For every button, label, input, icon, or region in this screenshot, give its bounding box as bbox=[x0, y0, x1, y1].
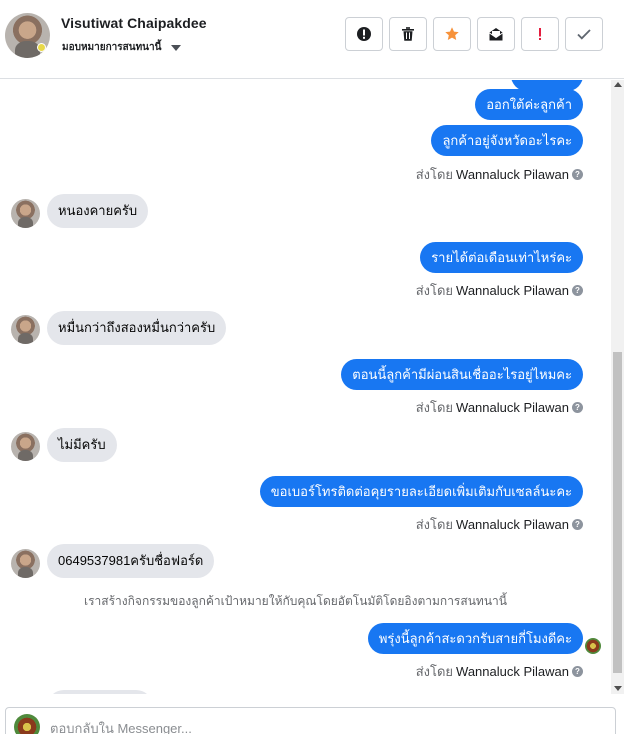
sender-name: Wannaluck Pilawan bbox=[456, 517, 569, 532]
sent-by-prefix: ส่งโดย bbox=[415, 167, 454, 182]
system-note: เราสร้างกิจกรรมของลูกค้าเป้าหมายให้กับคุ… bbox=[84, 594, 507, 608]
read-receipt-avatar bbox=[585, 638, 601, 654]
sent-by-prefix: ส่งโดย bbox=[415, 400, 454, 415]
message-outgoing: พรุ่งนี้ลูกค้าสะดวกรับสายกี่โมงดีคะ bbox=[367, 623, 583, 654]
message-outgoing: รายได้ต่อเดือนเท่าไหร่คะ bbox=[420, 242, 583, 273]
contact-avatar[interactable] bbox=[5, 13, 50, 58]
conversation-thread[interactable]: ออกใต้ค่ะลูกค้า ลูกค้าอยู่จังหวัดอะไรคะ … bbox=[0, 80, 611, 694]
help-icon[interactable]: ? bbox=[572, 666, 583, 677]
status-badge bbox=[37, 43, 46, 52]
help-icon[interactable]: ? bbox=[572, 402, 583, 413]
contact-avatar-small bbox=[11, 549, 40, 578]
assign-conversation-dropdown[interactable]: มอบหมายการสนทนานี้ bbox=[62, 40, 182, 55]
sent-by-label: ส่งโดย Wannaluck Pilawan ? bbox=[416, 514, 583, 535]
star-icon bbox=[445, 27, 459, 40]
reply-input[interactable] bbox=[50, 716, 590, 734]
assign-label: มอบหมายการสนทนานี้ bbox=[62, 42, 162, 53]
scroll-thumb[interactable] bbox=[613, 352, 622, 673]
important-button[interactable] bbox=[521, 17, 559, 51]
alert-circle-icon bbox=[357, 27, 371, 41]
mark-done-button[interactable] bbox=[565, 17, 603, 51]
sender-name: Wannaluck Pilawan bbox=[456, 400, 569, 415]
exclamation-icon bbox=[539, 28, 541, 40]
spam-button[interactable] bbox=[345, 17, 383, 51]
trash-icon bbox=[402, 27, 414, 41]
scrollbar[interactable] bbox=[611, 80, 624, 694]
sent-by-label: ส่งโดย Wannaluck Pilawan ? bbox=[416, 397, 583, 418]
sender-name: Wannaluck Pilawan bbox=[456, 167, 569, 182]
sender-name: Wannaluck Pilawan bbox=[456, 283, 569, 298]
message-outgoing: ออกใต้ค่ะลูกค้า bbox=[475, 89, 583, 120]
message-outgoing: ตอนนี้ลูกค้ามีผ่อนสินเชื่ออะไรอยู่ไหมคะ bbox=[341, 359, 583, 390]
star-button[interactable] bbox=[433, 17, 471, 51]
help-icon[interactable]: ? bbox=[572, 169, 583, 180]
mark-unread-button[interactable] bbox=[477, 17, 515, 51]
contact-name[interactable]: Visutiwat Chaipakdee bbox=[61, 15, 207, 31]
message-incoming: หมื่นกว่าถึงสองหมื่นกว่าครับ bbox=[47, 311, 227, 345]
message-outgoing: ลูกค้าอยู่จังหวัดอะไรคะ bbox=[431, 125, 583, 156]
sent-by-prefix: ส่งโดย bbox=[415, 664, 454, 679]
contact-avatar-small bbox=[11, 199, 40, 228]
message-incoming: ไม่มีครับ bbox=[47, 428, 117, 462]
envelope-open-icon bbox=[489, 28, 503, 41]
conversation-toolbar bbox=[345, 17, 603, 51]
help-icon[interactable]: ? bbox=[572, 285, 583, 296]
message-incoming-partial bbox=[47, 690, 153, 694]
reply-composer bbox=[5, 707, 616, 734]
contact-avatar-small bbox=[11, 315, 40, 344]
message-incoming: หนองคายครับ bbox=[47, 194, 149, 228]
sent-by-prefix: ส่งโดย bbox=[415, 283, 454, 298]
help-icon[interactable]: ? bbox=[572, 519, 583, 530]
sent-by-label: ส่งโดย Wannaluck Pilawan ? bbox=[416, 280, 583, 301]
scroll-up-arrow-icon[interactable] bbox=[614, 82, 622, 87]
scroll-down-arrow-icon[interactable] bbox=[614, 686, 622, 691]
message-incoming: 0649537981ครับชื่อฟอร์ด bbox=[47, 544, 215, 578]
page-avatar bbox=[14, 714, 40, 734]
check-icon bbox=[577, 29, 591, 40]
sent-by-label: ส่งโดย Wannaluck Pilawan ? bbox=[416, 661, 583, 682]
message-outgoing: ขอเบอร์โทรติดต่อคุยรายละเอียดเพิ่มเติมกั… bbox=[259, 476, 583, 507]
delete-button[interactable] bbox=[389, 17, 427, 51]
sender-name: Wannaluck Pilawan bbox=[456, 664, 569, 679]
sent-by-label: ส่งโดย Wannaluck Pilawan ? bbox=[416, 164, 583, 185]
chevron-down-icon bbox=[171, 45, 182, 51]
contact-avatar-small bbox=[11, 432, 40, 461]
conversation-header: Visutiwat Chaipakdee มอบหมายการสนทนานี้ bbox=[0, 0, 624, 79]
sent-by-prefix: ส่งโดย bbox=[415, 517, 454, 532]
